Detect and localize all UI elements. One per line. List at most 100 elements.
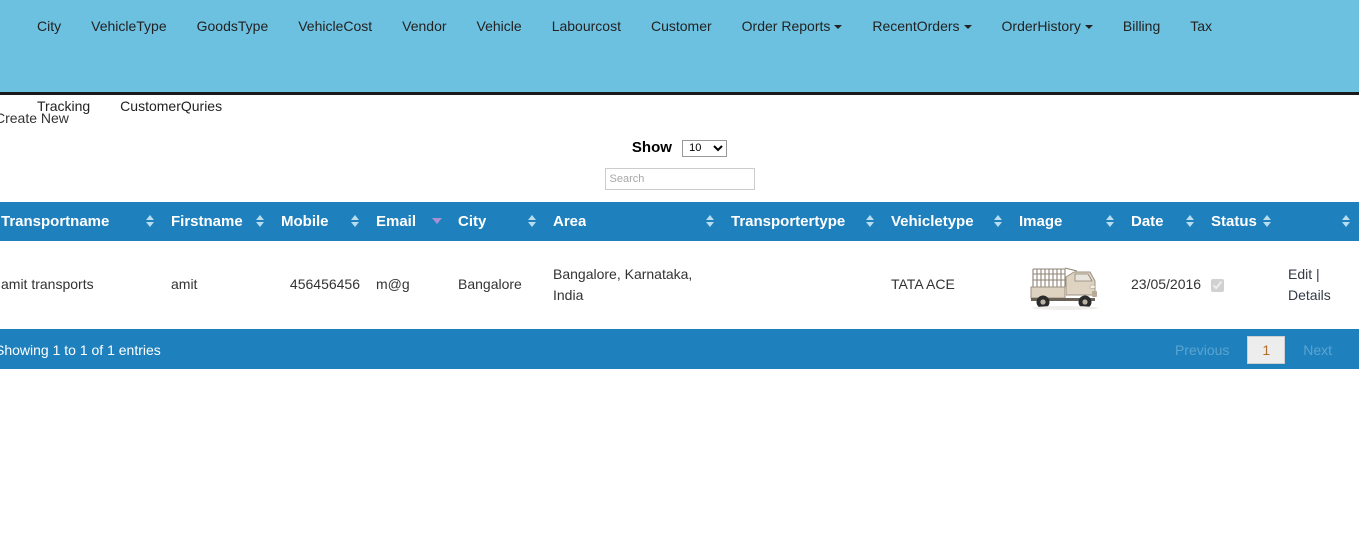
nav-item-vehicletype[interactable]: VehicleType bbox=[76, 9, 182, 45]
sort-both-icon bbox=[351, 215, 360, 228]
sort-descending-icon bbox=[432, 218, 442, 225]
nav-item-recentorders[interactable]: RecentOrders bbox=[857, 9, 986, 45]
datatable-filter bbox=[0, 167, 1359, 190]
col-header-firstname[interactable]: Firstname bbox=[163, 201, 273, 241]
datatable-footer: Showing 1 to 1 of 1 entries Previous 1 N… bbox=[0, 330, 1359, 369]
cell-actions: Edit | Details bbox=[1280, 240, 1359, 331]
table-body: amit transports amit 456456456 m@g Banga… bbox=[0, 240, 1359, 331]
datatable-wrapper: Transportname Firstname Mobile Email Cit… bbox=[0, 201, 1359, 331]
sort-both-icon bbox=[146, 215, 155, 228]
sort-both-icon bbox=[528, 215, 537, 228]
cell-date: 23/05/2016 bbox=[1123, 240, 1203, 331]
col-header-transportertype[interactable]: Transportertype bbox=[723, 201, 883, 241]
nav-item-tax[interactable]: Tax bbox=[1175, 9, 1227, 45]
col-label: Status bbox=[1211, 212, 1257, 230]
page-length-control: Show 10 25 50 100 bbox=[631, 139, 728, 157]
chevron-down-icon bbox=[834, 25, 843, 30]
datatable-controls: Show 10 25 50 100 bbox=[0, 95, 1359, 190]
cell-email: m@g bbox=[368, 240, 450, 331]
pagination-next[interactable]: Next bbox=[1291, 337, 1344, 363]
page-content: Create New Show 10 25 50 100 bbox=[0, 95, 1359, 369]
nav-li: Customer bbox=[636, 9, 727, 45]
nav-li: VehicleCost bbox=[283, 9, 387, 45]
nav-li: OrderHistory bbox=[987, 9, 1108, 45]
col-header-area[interactable]: Area bbox=[545, 201, 723, 241]
col-label: Vehicletype bbox=[891, 212, 974, 230]
main-navbar: City VehicleType GoodsType VehicleCost V… bbox=[0, 0, 1359, 114]
nav-item-vehicle[interactable]: Vehicle bbox=[462, 9, 537, 45]
nav-item-goodstype[interactable]: GoodsType bbox=[182, 9, 284, 45]
chevron-down-icon bbox=[1084, 25, 1093, 30]
sort-both-icon bbox=[1342, 215, 1351, 228]
sort-both-icon bbox=[1106, 215, 1115, 228]
col-header-vehicletype[interactable]: Vehicletype bbox=[883, 201, 1011, 241]
datatable-info: Showing 1 to 1 of 1 entries bbox=[0, 341, 161, 358]
cell-transportertype bbox=[723, 240, 883, 331]
nav-label: Order Reports bbox=[741, 18, 831, 34]
col-header-email[interactable]: Email bbox=[368, 201, 450, 241]
action-separator: | bbox=[1316, 266, 1320, 283]
details-link[interactable]: Details bbox=[1288, 287, 1331, 303]
create-new-link[interactable]: Create New bbox=[0, 110, 69, 126]
col-label: Date bbox=[1131, 212, 1164, 230]
col-header-city[interactable]: City bbox=[450, 201, 545, 241]
col-header-date[interactable]: Date bbox=[1123, 201, 1203, 241]
table-head: Transportname Firstname Mobile Email Cit… bbox=[0, 201, 1359, 241]
status-checkbox bbox=[1211, 279, 1224, 293]
table-row: amit transports amit 456456456 m@g Banga… bbox=[0, 240, 1359, 331]
nav-item-customer[interactable]: Customer bbox=[636, 9, 727, 45]
col-label: Image bbox=[1019, 212, 1063, 230]
col-label: Transportname bbox=[1, 212, 110, 230]
nav-li: Labourcost bbox=[537, 9, 636, 45]
nav-item-billing[interactable]: Billing bbox=[1108, 9, 1175, 45]
col-label: Mobile bbox=[281, 212, 329, 230]
col-header-transportname[interactable]: Transportname bbox=[0, 201, 163, 241]
nav-item-labourcost[interactable]: Labourcost bbox=[537, 9, 636, 45]
transport-table: Transportname Firstname Mobile Email Cit… bbox=[0, 201, 1359, 331]
col-header-image[interactable]: Image bbox=[1011, 201, 1123, 241]
nav-li: City bbox=[22, 9, 76, 45]
col-label: Transportertype bbox=[731, 212, 846, 230]
nav-li: GoodsType bbox=[182, 9, 284, 45]
pagination-page-1[interactable]: 1 bbox=[1247, 335, 1286, 364]
col-header-status[interactable]: Status bbox=[1203, 201, 1280, 241]
nav-label: RecentOrders bbox=[872, 18, 960, 34]
col-label: Area bbox=[553, 212, 587, 230]
sort-both-icon bbox=[706, 215, 715, 228]
nav-li: VehicleType bbox=[76, 9, 182, 45]
page-length-select[interactable]: 10 25 50 100 bbox=[682, 139, 728, 157]
table-header-row: Transportname Firstname Mobile Email Cit… bbox=[0, 201, 1359, 241]
pagination-previous[interactable]: Previous bbox=[1163, 337, 1241, 363]
col-label: Firstname bbox=[171, 212, 243, 230]
edit-link[interactable]: Edit bbox=[1288, 266, 1312, 282]
cell-transportname: amit transports bbox=[0, 240, 163, 331]
search-input[interactable] bbox=[604, 167, 755, 190]
cell-image bbox=[1011, 240, 1123, 331]
col-header-actions[interactable] bbox=[1280, 201, 1359, 241]
nav-label: OrderHistory bbox=[1001, 18, 1081, 34]
nav-item-order-reports[interactable]: Order Reports bbox=[727, 9, 858, 45]
col-header-mobile[interactable]: Mobile bbox=[273, 201, 368, 241]
sort-both-icon bbox=[1186, 215, 1195, 228]
cell-firstname: amit bbox=[163, 240, 273, 331]
nav-item-vendor[interactable]: Vendor bbox=[387, 9, 461, 45]
show-label: Show bbox=[631, 139, 672, 156]
nav-item-orderhistory[interactable]: OrderHistory bbox=[987, 9, 1108, 45]
cell-mobile: 456456456 bbox=[273, 240, 368, 331]
chevron-down-icon bbox=[963, 25, 972, 30]
pagination: Previous 1 Next bbox=[1160, 335, 1355, 364]
sort-both-icon bbox=[256, 215, 265, 228]
cell-city: Bangalore bbox=[450, 240, 545, 331]
col-label: City bbox=[458, 212, 487, 230]
col-label: Email bbox=[376, 212, 417, 230]
sort-both-icon bbox=[994, 215, 1003, 228]
nav-li: RecentOrders bbox=[857, 9, 986, 45]
truck-image bbox=[1019, 256, 1115, 313]
cell-status bbox=[1203, 240, 1280, 331]
nav-li: Tax bbox=[1175, 9, 1227, 45]
nav-item-vehiclecost[interactable]: VehicleCost bbox=[283, 9, 387, 45]
sort-both-icon bbox=[866, 215, 875, 228]
cell-area: Bangalore, Karnataka, India bbox=[545, 240, 723, 331]
cell-vehicletype: TATA ACE bbox=[883, 240, 1011, 331]
nav-item-city[interactable]: City bbox=[22, 9, 76, 45]
